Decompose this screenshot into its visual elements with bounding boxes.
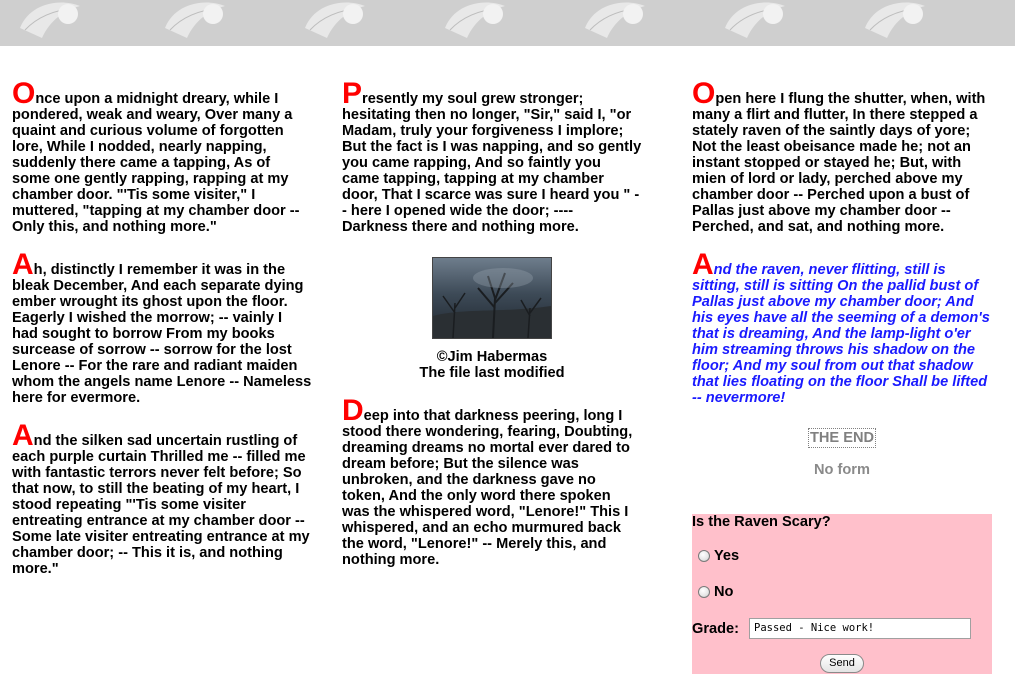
grade-label: Grade:: [692, 621, 740, 637]
column-middle: Presently my soul grew stronger; hesitat…: [342, 79, 642, 590]
stanza-1: Once upon a midnight dreary, while I pon…: [12, 79, 312, 236]
stanza-6: Open here I flung the shutter, when, wit…: [692, 79, 992, 236]
dark-landscape-photo: [432, 257, 552, 339]
quiz-question: Is the Raven Scary?: [692, 514, 831, 530]
stanza-text: nd the raven, never flitting, still is s…: [692, 262, 990, 406]
feather-pattern: [19, 1, 926, 39]
drop-cap: A: [12, 419, 34, 452]
stanza-text: h, distinctly I remember it was in the b…: [12, 262, 312, 406]
stanza-3: And the silken sad uncertain rustling of…: [12, 421, 312, 578]
grade-field[interactable]: Passed - Nice work!: [749, 618, 971, 639]
stanza-text: resently my soul grew stronger; hesitati…: [342, 91, 642, 235]
quiz-form: Is the Raven Scary? Yes No Grade: Passed…: [692, 514, 992, 674]
drop-cap: D: [342, 394, 364, 427]
photo-modified: The file last modified: [419, 365, 565, 381]
header-banner: [0, 0, 1015, 46]
column-right: Open here I flung the shutter, when, wit…: [692, 79, 992, 479]
drop-cap: P: [342, 77, 363, 110]
stanza-text: pen here I flung the shutter, when, with…: [692, 91, 986, 235]
photo-credit: ©Jim Habermas: [436, 349, 548, 365]
stanza-text: nd the silken sad uncertain rustling of …: [12, 433, 310, 577]
stanza-text: nce upon a midnight dreary, while I pond…: [12, 91, 300, 235]
stanza-text: eep into that darkness peering, long I s…: [342, 408, 633, 568]
column-left: Once upon a midnight dreary, while I pon…: [12, 79, 312, 599]
stanza-4: Presently my soul grew stronger; hesitat…: [342, 79, 642, 236]
stanza-5: Deep into that darkness peering, long I …: [342, 396, 642, 569]
stanza-7: And the raven, never flitting, still is …: [692, 250, 992, 407]
stanza-2: Ah, distinctly I remember it was in the …: [12, 250, 312, 407]
drop-cap: O: [12, 77, 36, 110]
option-no[interactable]: No: [698, 584, 733, 600]
drop-cap: O: [692, 77, 716, 110]
option-no-label: No: [714, 584, 734, 600]
the-end-label: THE END: [807, 428, 877, 448]
drop-cap: A: [692, 248, 714, 281]
tree-silhouette: [433, 268, 551, 338]
drop-cap: A: [12, 248, 34, 281]
radio-yes[interactable]: [698, 550, 710, 562]
the-end-wrap: THE END: [692, 428, 992, 448]
send-button[interactable]: Send: [820, 654, 864, 673]
option-yes[interactable]: Yes: [698, 548, 739, 564]
radio-no[interactable]: [698, 586, 710, 598]
option-yes-label: Yes: [714, 548, 740, 564]
photo-block: ©Jim Habermas The file last modified: [342, 257, 642, 381]
no-form-label: No form: [814, 462, 870, 478]
